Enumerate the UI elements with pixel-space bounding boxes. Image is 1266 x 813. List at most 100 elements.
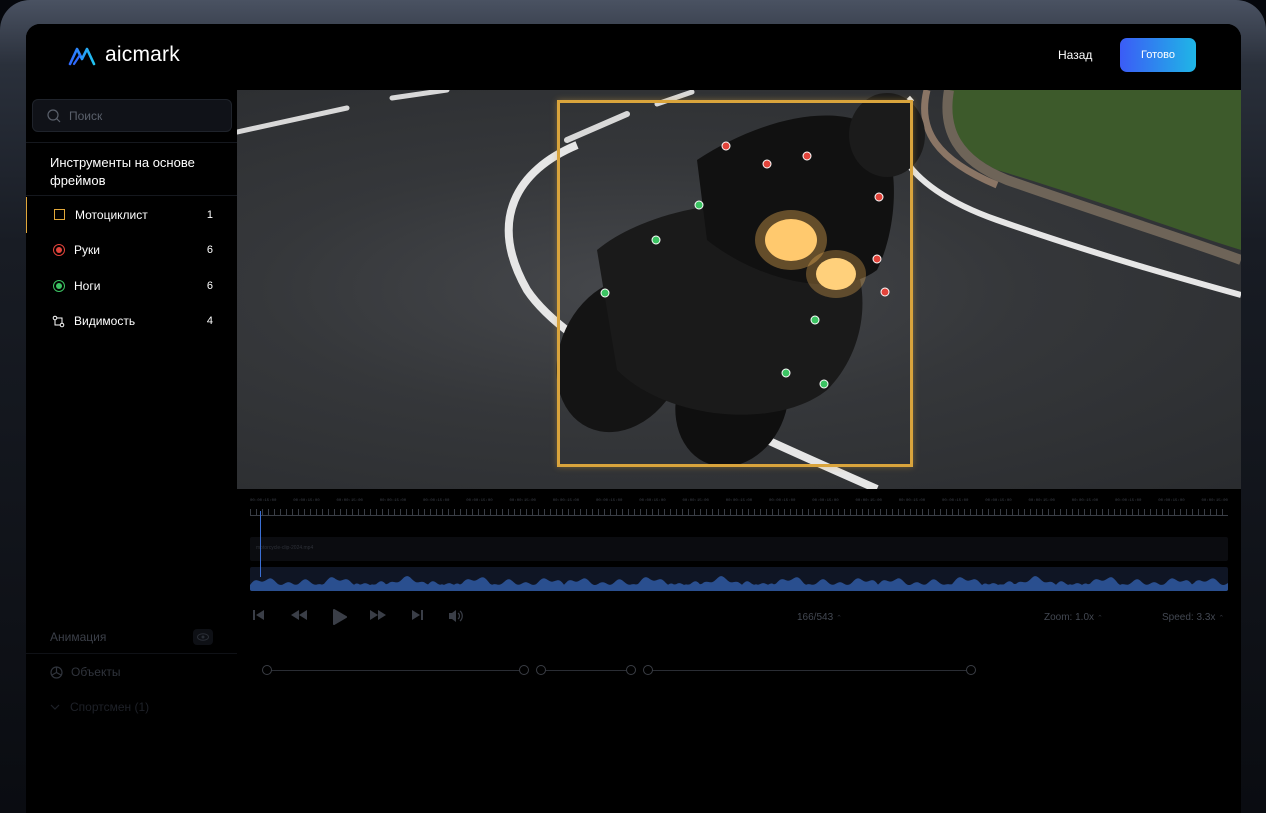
ruler-label: 00:00:15:00 bbox=[336, 499, 363, 503]
tool-legs[interactable]: Ноги 6 bbox=[26, 268, 237, 304]
ruler-label: 00:00:15:00 bbox=[1115, 499, 1142, 503]
done-button[interactable]: Готово bbox=[1120, 38, 1196, 72]
ruler-label: 00:00:15:00 bbox=[1201, 499, 1228, 503]
keyframe-node[interactable] bbox=[643, 665, 653, 675]
leg-keypoint[interactable] bbox=[819, 379, 829, 389]
ruler-label: 00:00:15:00 bbox=[898, 499, 926, 503]
bbox-square-icon bbox=[53, 208, 66, 221]
tool-count: 6 bbox=[206, 279, 213, 292]
athlete-row[interactable]: Спортсмен (1) bbox=[26, 690, 237, 724]
video-canvas[interactable] bbox=[237, 90, 1241, 489]
app-screen: aicmark Назад Готово Инструменты на осно… bbox=[26, 24, 1241, 813]
playhead[interactable] bbox=[260, 511, 261, 577]
play-icon[interactable] bbox=[331, 609, 347, 625]
animation-label: Анимация bbox=[50, 629, 107, 644]
hand-keypoint[interactable] bbox=[874, 192, 884, 202]
tool-label: Мотоциклист bbox=[75, 207, 148, 222]
speed-value: Speed: 3.3x bbox=[1162, 612, 1216, 623]
time-ruler[interactable]: 00:00:15:00 00:00:15:00 00:00:15:00 00:0… bbox=[250, 499, 1228, 516]
tool-hands[interactable]: Руки 6 bbox=[26, 233, 237, 269]
fast-forward-icon[interactable] bbox=[369, 609, 387, 621]
section-title: Инструменты на основе фреймов bbox=[26, 142, 237, 196]
hand-keypoint[interactable] bbox=[721, 141, 731, 151]
volume-icon[interactable] bbox=[448, 609, 464, 623]
timeline-panel: 00:00:15:00 00:00:15:00 00:00:15:00 00:0… bbox=[237, 489, 1241, 813]
keyframe-node[interactable] bbox=[519, 665, 529, 675]
leg-keypoint[interactable] bbox=[694, 200, 704, 210]
ruler-label: 00:00:15:00 bbox=[1071, 499, 1099, 503]
video-track[interactable]: motorcycle-clip-2024.mp4 bbox=[250, 537, 1228, 561]
ruler-label: 00:00:15:00 bbox=[769, 499, 796, 503]
ruler-label: 00:00:15:00 bbox=[379, 499, 407, 503]
ruler-label: 00:00:15:00 bbox=[855, 499, 882, 503]
search-box[interactable] bbox=[32, 99, 232, 132]
animation-row[interactable]: Анимация bbox=[26, 620, 237, 654]
ruler-label: 00:00:15:00 bbox=[682, 499, 709, 503]
objects-row[interactable]: Объекты bbox=[26, 655, 237, 689]
visibility-icon bbox=[52, 315, 65, 328]
leg-keypoint[interactable] bbox=[600, 288, 610, 298]
tool-label: Руки bbox=[74, 243, 100, 258]
ruler-baseline bbox=[250, 515, 1228, 516]
keyframe-node[interactable] bbox=[626, 665, 636, 675]
speed-control[interactable]: Speed: 3.3x ⌃ bbox=[1162, 612, 1224, 623]
athlete-label: Спортсмен (1) bbox=[70, 700, 150, 714]
hand-keypoint[interactable] bbox=[872, 254, 882, 264]
zoom-control[interactable]: Zoom: 1.0x ⌃ bbox=[1044, 612, 1103, 623]
back-button[interactable]: Назад bbox=[1058, 48, 1092, 62]
leg-keypoint[interactable] bbox=[810, 315, 820, 325]
keyframe-node[interactable] bbox=[966, 665, 976, 675]
aicmark-logo-icon bbox=[68, 47, 96, 66]
keyframe-node[interactable] bbox=[262, 665, 272, 675]
ruler-label: 00:00:15:00 bbox=[250, 499, 277, 503]
tool-motorcyclist[interactable]: Мотоциклист 1 bbox=[26, 197, 237, 233]
ruler-label: 00:00:15:00 bbox=[725, 499, 753, 503]
tools-sidebar: Инструменты на основе фреймов Мотоциклис… bbox=[26, 90, 237, 813]
ruler-label: 00:00:15:00 bbox=[596, 499, 623, 503]
ruler-label: 00:00:15:00 bbox=[1028, 499, 1055, 503]
zoom-value: Zoom: 1.0x bbox=[1044, 612, 1095, 623]
leg-keypoint[interactable] bbox=[651, 235, 661, 245]
hand-keypoint[interactable] bbox=[880, 287, 890, 297]
ruler-label: 00:00:15:00 bbox=[812, 499, 839, 503]
stepper-icon: ⌃ bbox=[1218, 615, 1225, 622]
frame-counter[interactable]: 166/543 ⌃ bbox=[797, 612, 842, 623]
ruler-label: 00:00:15:00 bbox=[293, 499, 320, 503]
ruler-label: 00:00:15:00 bbox=[985, 499, 1012, 503]
ruler-label: 00:00:15:00 bbox=[639, 499, 666, 503]
audio-waveform[interactable] bbox=[250, 567, 1228, 591]
tool-list: Мотоциклист 1 Руки 6 Ноги 6 Видимость 4 bbox=[26, 197, 237, 339]
eye-icon[interactable] bbox=[193, 628, 213, 645]
green-point-icon bbox=[52, 279, 65, 292]
ruler-label: 00:00:15:00 bbox=[552, 499, 580, 503]
stepper-icon: ⌃ bbox=[1097, 615, 1103, 622]
motorcyclist-bounding-box[interactable] bbox=[557, 100, 913, 467]
leg-keypoint[interactable] bbox=[781, 368, 791, 378]
tool-count: 1 bbox=[206, 208, 213, 221]
ruler-label: 00:00:15:00 bbox=[942, 499, 969, 503]
tool-label: Ноги bbox=[74, 278, 101, 293]
brand-logo[interactable]: aicmark bbox=[68, 43, 180, 67]
tool-count: 4 bbox=[206, 315, 213, 328]
keyframe-segment bbox=[267, 670, 519, 671]
skip-start-icon[interactable] bbox=[252, 609, 266, 621]
brand-name: aicmark bbox=[105, 43, 180, 66]
tool-visibility[interactable]: Видимость 4 bbox=[26, 304, 237, 340]
keyframe-track[interactable] bbox=[262, 665, 982, 677]
search-input[interactable] bbox=[69, 108, 219, 123]
keyframe-node[interactable] bbox=[536, 665, 546, 675]
ruler-labels: 00:00:15:00 00:00:15:00 00:00:15:00 00:0… bbox=[250, 499, 1228, 503]
hand-keypoint[interactable] bbox=[802, 151, 812, 161]
skip-end-icon[interactable] bbox=[410, 609, 424, 621]
chevron-down-icon bbox=[50, 704, 60, 710]
tool-label: Видимость bbox=[74, 314, 136, 329]
track-label: motorcycle-clip-2024.mp4 bbox=[256, 545, 314, 551]
rewind-icon[interactable] bbox=[290, 609, 308, 621]
search-icon bbox=[47, 108, 61, 122]
red-point-icon bbox=[52, 244, 65, 257]
keyframe-segment bbox=[647, 670, 967, 671]
device-frame: aicmark Назад Готово Инструменты на осно… bbox=[0, 0, 1266, 813]
ruler-label: 00:00:15:00 bbox=[509, 499, 536, 503]
top-bar: aicmark Назад Готово bbox=[26, 24, 1241, 90]
hand-keypoint[interactable] bbox=[762, 159, 772, 169]
